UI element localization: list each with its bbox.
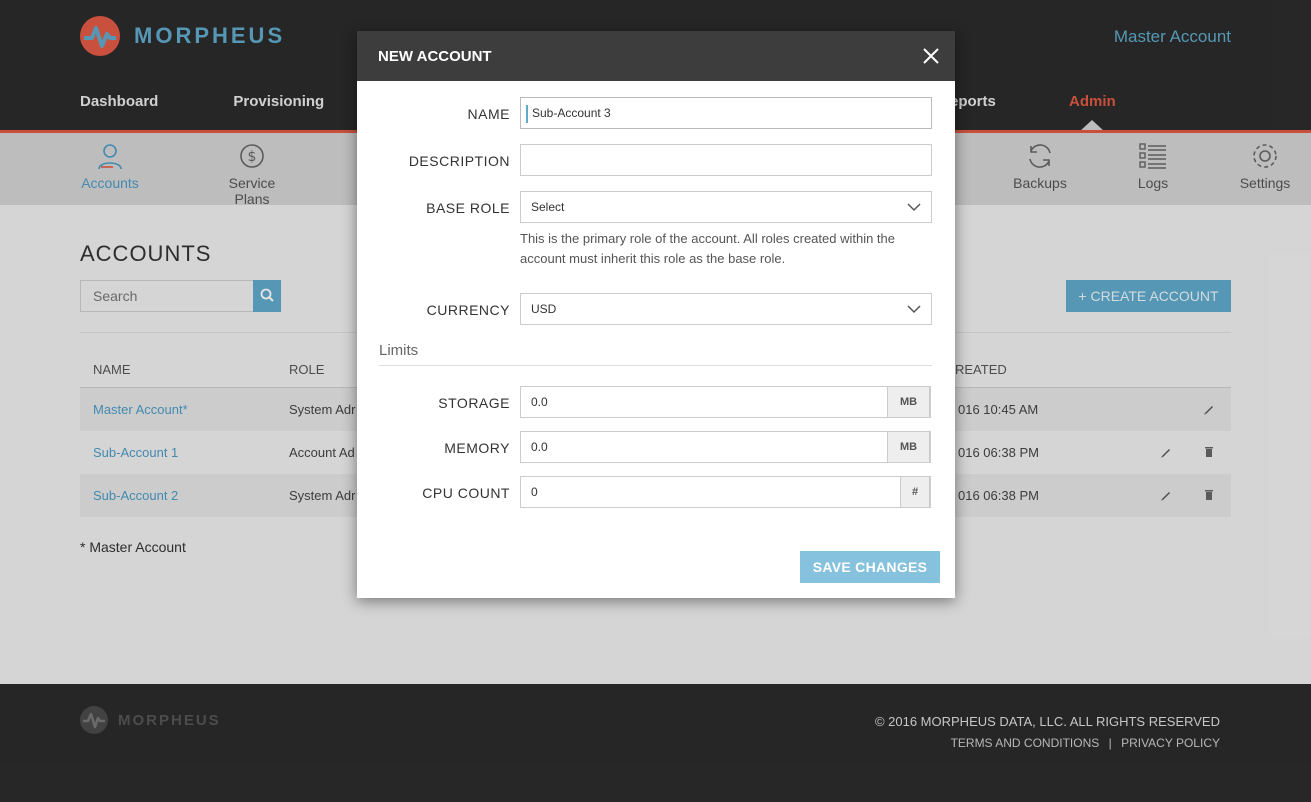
base-role-label: BASE ROLE: [426, 200, 510, 216]
modal-header: NEW ACCOUNT: [357, 31, 955, 81]
currency-label: CURRENCY: [426, 302, 510, 318]
currency-select[interactable]: USD: [520, 293, 932, 325]
description-label: DESCRIPTION: [408, 153, 510, 169]
cpu-count-unit: #: [900, 476, 930, 508]
name-field[interactable]: Sub-Account 3: [520, 97, 932, 129]
chevron-down-icon: [907, 305, 921, 314]
limits-divider: [379, 365, 932, 366]
text-cursor: [526, 104, 528, 123]
storage-label: STORAGE: [438, 395, 510, 411]
memory-unit: MB: [887, 431, 930, 463]
limits-heading: Limits: [379, 342, 419, 359]
description-field[interactable]: [520, 144, 932, 176]
memory-value: 0.0: [531, 440, 548, 454]
base-role-select[interactable]: Select: [520, 191, 932, 223]
cpu-count-value: 0: [531, 485, 538, 499]
base-role-value: Select: [531, 200, 565, 214]
close-icon[interactable]: [921, 46, 941, 66]
storage-unit: MB: [887, 386, 930, 418]
modal-title: NEW ACCOUNT: [378, 48, 492, 65]
cpu-count-field[interactable]: 0 #: [520, 476, 931, 508]
name-label: NAME: [467, 106, 510, 122]
storage-value: 0.0: [531, 395, 548, 409]
memory-label: MEMORY: [444, 440, 510, 456]
new-account-modal: NEW ACCOUNT NAME Sub-Account 3 DESCRIPTI…: [357, 31, 955, 598]
base-role-help-text: This is the primary role of the account.…: [520, 231, 896, 266]
save-changes-button[interactable]: SAVE CHANGES: [800, 551, 940, 583]
cpu-count-label: CPU COUNT: [422, 485, 510, 501]
currency-value: USD: [531, 302, 557, 316]
chevron-down-icon: [907, 203, 921, 212]
name-field-value: Sub-Account 3: [532, 106, 611, 120]
storage-field[interactable]: 0.0 MB: [520, 386, 931, 418]
memory-field[interactable]: 0.0 MB: [520, 431, 931, 463]
